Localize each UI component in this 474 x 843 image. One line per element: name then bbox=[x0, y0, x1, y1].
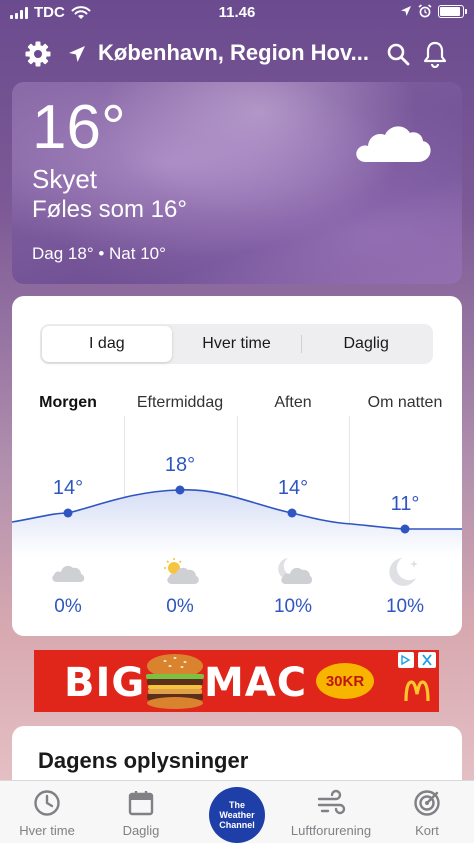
cloud-icon bbox=[356, 126, 431, 162]
precip-afternoon: 0% bbox=[166, 596, 194, 617]
tab-label-hourly: Hver time bbox=[19, 823, 75, 838]
period-label-evening: Aften bbox=[274, 394, 312, 411]
tab-hourly[interactable]: Hver time bbox=[172, 326, 302, 362]
price-badge: 30KR bbox=[316, 663, 374, 699]
search-icon[interactable] bbox=[386, 42, 410, 66]
period-label-afternoon: Eftermiddag bbox=[136, 394, 224, 411]
logo-line-3: Channel bbox=[219, 820, 255, 830]
precip-morning: 0% bbox=[54, 596, 82, 617]
tab-label-map: Kort bbox=[415, 823, 439, 838]
status-bar: TDC 11.46 bbox=[0, 0, 474, 26]
logo-line-1: The bbox=[228, 800, 245, 810]
bell-icon[interactable] bbox=[422, 40, 448, 68]
details-title: Dagens oplysninger bbox=[38, 748, 249, 773]
current-condition: Skyet bbox=[32, 164, 98, 194]
ad-info-icon[interactable] bbox=[398, 652, 414, 668]
precip-evening: 10% bbox=[273, 596, 313, 617]
weather-channel-logo[interactable]: The Weather Channel bbox=[209, 787, 265, 843]
feels-like: Føles som 16° bbox=[32, 196, 187, 223]
app-header: København, Region Hov... bbox=[0, 34, 474, 74]
period-label-night: Om natten bbox=[367, 394, 443, 411]
period-temp-morning: 14° bbox=[52, 477, 84, 499]
cloud-icon bbox=[52, 565, 85, 582]
tab-label-daily: Daglig bbox=[122, 823, 160, 838]
day-night-temps: Dag 18° • Nat 10° bbox=[32, 244, 166, 263]
tab-daily[interactable]: Daglig bbox=[301, 326, 431, 362]
location-arrow-icon bbox=[69, 46, 85, 62]
tab-hourly-nav[interactable]: Hver time bbox=[0, 789, 94, 838]
ad-close-icon[interactable] bbox=[418, 652, 436, 668]
period-temp-afternoon: 18° bbox=[164, 454, 196, 476]
radar-icon bbox=[414, 790, 440, 816]
location-services-icon bbox=[401, 6, 411, 16]
burger-image bbox=[146, 654, 204, 709]
ad-text-right: MAC bbox=[204, 660, 308, 706]
precip-night: 10% bbox=[385, 596, 425, 617]
mcdonalds-logo-icon bbox=[404, 680, 430, 702]
tab-air-quality-nav[interactable]: Luftforurening bbox=[284, 789, 378, 838]
period-temp-evening: 14° bbox=[277, 477, 309, 499]
ad-text-left: BIG bbox=[64, 660, 146, 706]
forecast-segmented-control: I dag Hver time Daglig bbox=[40, 324, 433, 364]
tab-label-air-quality: Luftforurening bbox=[290, 823, 372, 838]
logo-line-2: Weather bbox=[219, 810, 255, 820]
alarm-icon bbox=[418, 4, 432, 18]
tab-map-nav[interactable]: Kort bbox=[380, 789, 474, 838]
current-temperature: 16° bbox=[32, 93, 126, 162]
clock-icon bbox=[34, 790, 60, 816]
status-right bbox=[400, 4, 467, 18]
bottom-tab-bar: Hver time Daglig The Weather Channel Luf… bbox=[0, 780, 474, 843]
tab-daily-nav[interactable]: Daglig bbox=[94, 789, 188, 838]
battery-icon bbox=[438, 4, 467, 18]
partly-sunny-icon bbox=[164, 558, 199, 584]
calendar-icon bbox=[128, 791, 154, 816]
location-title[interactable]: København, Region Hov... bbox=[98, 40, 380, 66]
temperature-point-morning bbox=[63, 508, 73, 518]
wind-icon bbox=[317, 789, 346, 815]
cloudy-moon-icon bbox=[278, 558, 312, 584]
tab-today[interactable]: I dag bbox=[42, 326, 172, 362]
ad-banner[interactable]: BIG MAC 30KR bbox=[34, 650, 439, 712]
period-temp-night: 11° bbox=[390, 493, 420, 515]
temperature-point-evening bbox=[287, 508, 297, 518]
clear-night-icon bbox=[389, 558, 418, 586]
temperature-point-afternoon bbox=[175, 485, 185, 495]
temperature-point-night bbox=[400, 524, 410, 534]
gear-icon[interactable] bbox=[24, 40, 52, 68]
current-conditions-card[interactable]: 16° Skyet Føles som 16° Dag 18° • Nat 10… bbox=[12, 82, 462, 284]
period-label-morning: Morgen bbox=[39, 394, 97, 411]
forecast-card: I dag Hver time Daglig Morgen Eftermidda… bbox=[12, 296, 462, 636]
